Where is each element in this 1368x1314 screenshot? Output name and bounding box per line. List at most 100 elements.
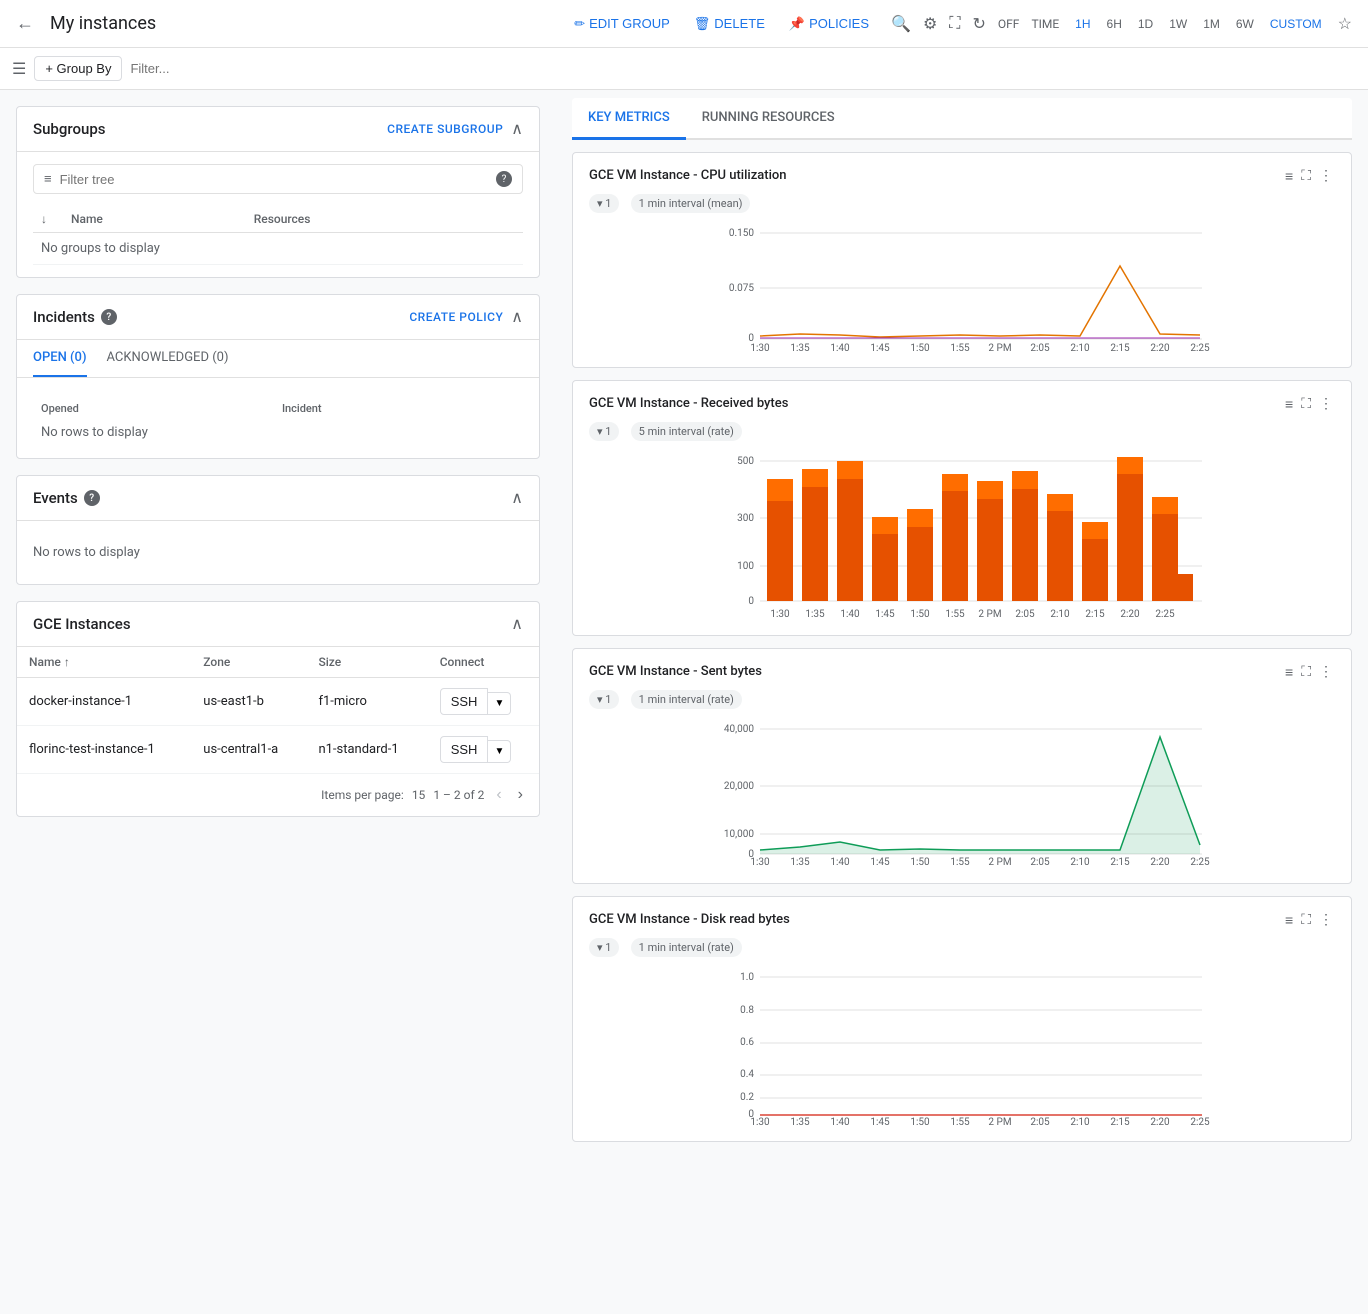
svg-text:2:15: 2:15	[1110, 343, 1130, 351]
svg-text:2:05: 2:05	[1030, 857, 1050, 867]
disk-chart-actions: ≡ ⛶ ⋮	[1283, 909, 1335, 930]
disk-chart-container: 1.0 0.8 0.6 0.4 0.2 0 1:30 1:35	[589, 965, 1335, 1129]
instances-size-header[interactable]: Size	[306, 647, 427, 678]
svg-text:1:40: 1:40	[830, 343, 850, 351]
cpu-list-button[interactable]: ≡	[1283, 166, 1295, 186]
subgroups-table: ↓ Name Resources No groups to display	[33, 206, 523, 265]
disk-more-button[interactable]: ⋮	[1317, 909, 1335, 930]
subgroups-header: Subgroups CREATE SUBGROUP ∧	[17, 107, 539, 152]
star-button[interactable]: ☆	[1334, 10, 1356, 38]
create-subgroup-link[interactable]: CREATE SUBGROUP	[387, 122, 503, 136]
disk-list-button[interactable]: ≡	[1283, 910, 1295, 930]
events-collapse-button[interactable]: ∧	[511, 488, 523, 508]
pagination-range: 1 – 2 of 2	[433, 788, 484, 802]
fullscreen-button[interactable]: ⛶	[945, 11, 964, 37]
delete-button[interactable]: 🗑 DELETE	[684, 10, 775, 38]
svg-text:2 PM: 2 PM	[988, 857, 1011, 867]
settings-button[interactable]: ⚙	[919, 10, 941, 38]
gce-instances-title: GCE Instances	[33, 615, 131, 633]
time-1d-button[interactable]: 1D	[1130, 13, 1161, 35]
svg-text:300: 300	[737, 513, 754, 524]
cpu-more-button[interactable]: ⋮	[1317, 165, 1335, 186]
time-1w-button[interactable]: 1W	[1161, 13, 1195, 35]
bar-1-top	[767, 479, 793, 501]
received-chart-svg: 500 300 100 0	[589, 449, 1335, 619]
cpu-fullscreen-button[interactable]: ⛶	[1299, 165, 1313, 186]
incidents-help-icon[interactable]: ?	[101, 309, 117, 325]
cpu-line-orange	[760, 266, 1200, 337]
search-button[interactable]: 🔍	[887, 10, 915, 38]
svg-text:0.6: 0.6	[740, 1037, 754, 1048]
received-bytes-chart: GCE VM Instance - Received bytes ≡ ⛶ ⋮ ▾…	[572, 380, 1352, 636]
group-by-button[interactable]: + Group By	[34, 56, 122, 81]
header-actions: ✏ EDIT GROUP 🗑 DELETE 📌 POLICIES	[564, 10, 879, 38]
cpu-filter-badge[interactable]: ▾ 1	[589, 194, 619, 213]
disk-chart-badges: ▾ 1 1 min interval (rate)	[589, 938, 1335, 957]
opened-column: Opened	[33, 398, 274, 419]
svg-text:1:30: 1:30	[750, 857, 770, 867]
next-page-button[interactable]: ›	[514, 782, 527, 808]
disk-chart-header: GCE VM Instance - Disk read bytes ≡ ⛶ ⋮	[589, 909, 1335, 930]
filter-tree: ≡ ?	[33, 164, 523, 194]
gce-instances-collapse-button[interactable]: ∧	[511, 614, 523, 634]
ssh-button[interactable]: SSH	[440, 736, 489, 763]
sent-chart-actions: ≡ ⛶ ⋮	[1283, 661, 1335, 682]
key-metrics-tab[interactable]: KEY METRICS	[572, 98, 686, 140]
svg-text:20,000: 20,000	[724, 781, 754, 792]
back-button[interactable]: ←	[12, 9, 38, 38]
svg-text:1:50: 1:50	[910, 343, 930, 351]
received-more-button[interactable]: ⋮	[1317, 393, 1335, 414]
ssh-dropdown-button[interactable]: ▼	[488, 692, 511, 715]
time-controls: 1H 6H 1D 1W 1M 6W CUSTOM	[1067, 13, 1329, 35]
time-1h-button[interactable]: 1H	[1067, 13, 1098, 35]
sent-chart-svg: 40,000 20,000 10,000 0 1:30 1:35 1:40 1:…	[589, 717, 1335, 867]
filter-input[interactable]	[130, 61, 1356, 76]
cpu-y-max: 0.150	[729, 228, 754, 239]
disk-read-bytes-chart: GCE VM Instance - Disk read bytes ≡ ⛶ ⋮ …	[572, 896, 1352, 1142]
menu-icon: ☰	[12, 59, 26, 78]
svg-text:2:10: 2:10	[1070, 857, 1090, 867]
cpu-chart-header: GCE VM Instance - CPU utilization ≡ ⛶ ⋮	[589, 165, 1335, 186]
prev-page-button[interactable]: ‹	[492, 782, 505, 808]
filter-tree-input[interactable]	[60, 172, 488, 187]
received-interval-badge: 5 min interval (rate)	[631, 422, 742, 441]
cpu-chart-svg: 0.150 0.075 0 1:30 1:35 1:40 1:45	[589, 221, 1335, 351]
sent-list-button[interactable]: ≡	[1283, 662, 1295, 682]
disk-filter-badge[interactable]: ▾ 1	[589, 938, 619, 957]
metrics-tabs: KEY METRICS RUNNING RESOURCES	[572, 98, 1352, 140]
instances-zone-header[interactable]: Zone	[191, 647, 306, 678]
instances-name-header[interactable]: Name ↑	[17, 647, 191, 678]
ssh-dropdown-button[interactable]: ▼	[488, 740, 511, 763]
events-help-icon[interactable]: ?	[84, 490, 100, 506]
svg-text:2:15: 2:15	[1085, 609, 1105, 619]
incidents-open-tab[interactable]: OPEN (0)	[33, 340, 87, 377]
incidents-acknowledged-tab[interactable]: ACKNOWLEDGED (0)	[107, 340, 229, 377]
time-custom-button[interactable]: CUSTOM	[1262, 13, 1330, 35]
policies-button[interactable]: 📌 POLICIES	[779, 10, 879, 38]
sent-more-button[interactable]: ⋮	[1317, 661, 1335, 682]
received-list-button[interactable]: ≡	[1283, 394, 1295, 414]
group-by-label: + Group By	[45, 61, 111, 76]
sent-fullscreen-button[interactable]: ⛶	[1299, 661, 1313, 682]
received-filter-badge[interactable]: ▾ 1	[589, 422, 619, 441]
refresh-button[interactable]: ↻	[969, 10, 990, 38]
subgroups-collapse-button[interactable]: ∧	[511, 119, 523, 139]
disk-fullscreen-button[interactable]: ⛶	[1299, 909, 1313, 930]
running-resources-tab[interactable]: RUNNING RESOURCES	[686, 98, 851, 140]
sort-icon: ↓	[41, 212, 47, 226]
delete-icon: 🗑	[694, 16, 711, 32]
time-1m-button[interactable]: 1M	[1195, 13, 1228, 35]
policies-label: POLICIES	[809, 16, 869, 31]
incident-column: Incident	[274, 398, 523, 419]
create-policy-link[interactable]: CREATE POLICY	[409, 310, 503, 324]
time-6h-button[interactable]: 6H	[1099, 13, 1130, 35]
edit-group-button[interactable]: ✏ EDIT GROUP	[564, 10, 680, 38]
sent-filter-badge[interactable]: ▾ 1	[589, 690, 619, 709]
help-icon[interactable]: ?	[496, 171, 512, 187]
ssh-button[interactable]: SSH	[440, 688, 489, 715]
incidents-collapse-button[interactable]: ∧	[511, 307, 523, 327]
table-row: docker-instance-1 us-east1-b f1-micro SS…	[17, 678, 539, 726]
received-fullscreen-button[interactable]: ⛶	[1299, 393, 1313, 414]
incidents-tab-bar: OPEN (0) ACKNOWLEDGED (0)	[17, 340, 539, 378]
time-6w-button[interactable]: 6W	[1228, 13, 1262, 35]
